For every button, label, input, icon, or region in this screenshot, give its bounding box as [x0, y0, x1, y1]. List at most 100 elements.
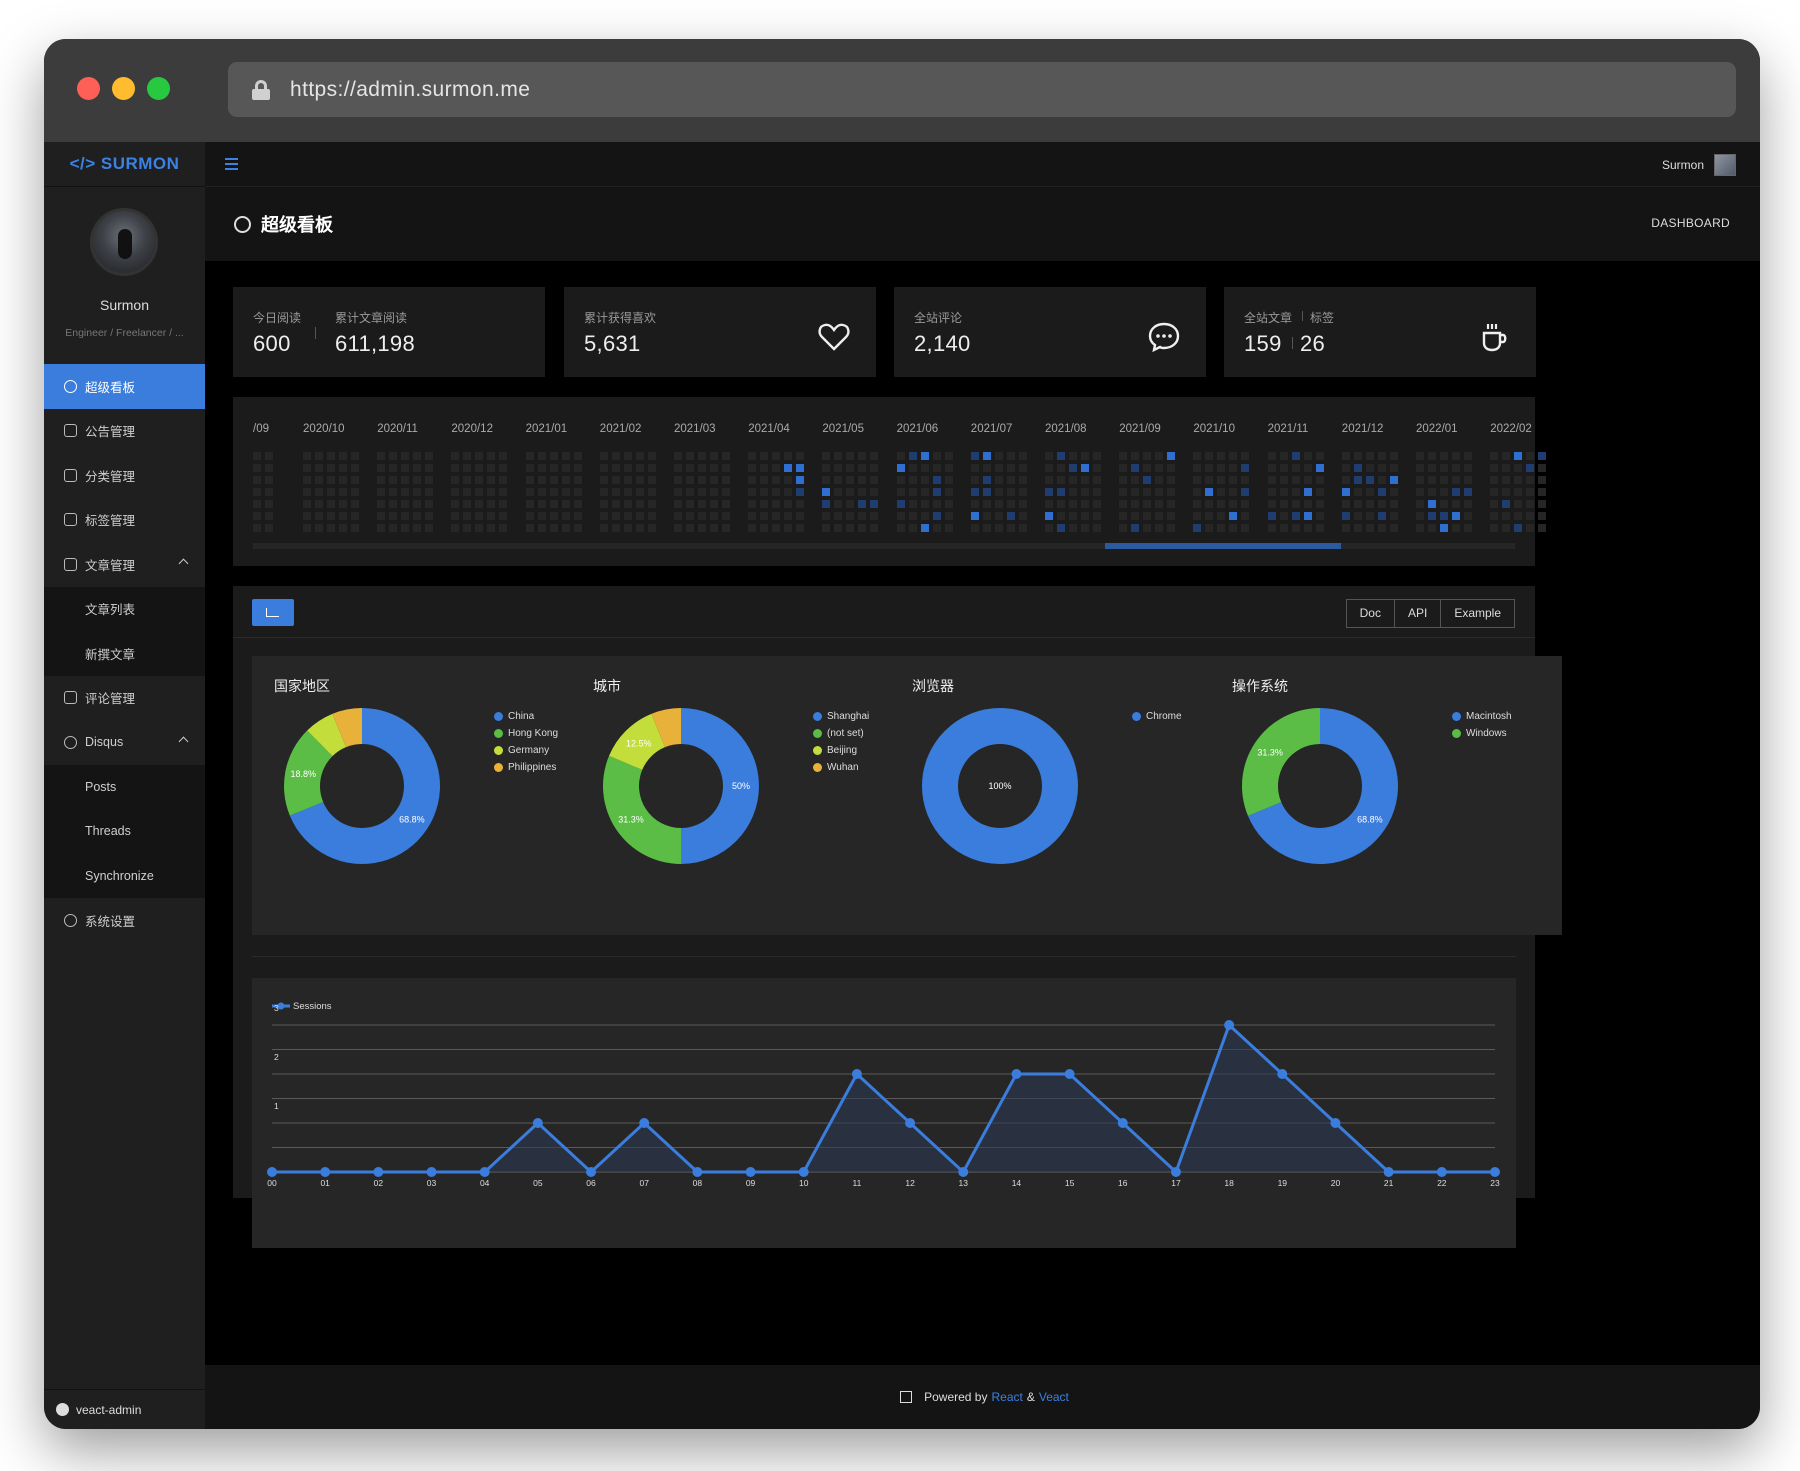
calendar-day-cell[interactable] [748, 488, 757, 496]
calendar-day-cell[interactable] [463, 524, 472, 532]
calendar-day-cell[interactable] [1353, 452, 1362, 460]
calendar-day-cell[interactable] [1416, 452, 1424, 460]
calendar-day-cell[interactable] [920, 476, 929, 484]
calendar-day-cell[interactable] [870, 512, 879, 520]
calendar-day-cell[interactable] [549, 500, 558, 508]
calendar-day-cell[interactable] [896, 464, 905, 472]
sidebar-item-posts[interactable]: Posts [44, 764, 205, 809]
calendar-day-cell[interactable] [822, 500, 831, 508]
calendar-day-cell[interactable] [1081, 464, 1089, 472]
calendar-day-cell[interactable] [1303, 500, 1312, 508]
calendar-day-cell[interactable] [1502, 512, 1511, 520]
calendar-day-cell[interactable] [686, 500, 694, 508]
calendar-day-cell[interactable] [635, 476, 644, 484]
calendar-day-cell[interactable] [451, 488, 460, 496]
calendar-day-cell[interactable] [686, 524, 694, 532]
calendar-day-cell[interactable] [1464, 476, 1472, 484]
calendar-day-cell[interactable] [772, 476, 781, 484]
calendar-day-cell[interactable] [796, 512, 805, 520]
calendar-day-cell[interactable] [1205, 488, 1214, 496]
calendar-day-cell[interactable] [834, 488, 843, 496]
calendar-day-cell[interactable] [1389, 512, 1398, 520]
calendar-day-cell[interactable] [487, 524, 496, 532]
calendar-day-cell[interactable] [1229, 464, 1238, 472]
calendar-day-cell[interactable] [1377, 524, 1386, 532]
data-point[interactable] [320, 1167, 331, 1177]
calendar-day-cell[interactable] [1538, 464, 1547, 472]
sidebar-item-new-article[interactable]: 新撰文章 [44, 631, 205, 676]
calendar-day-cell[interactable] [1217, 488, 1226, 496]
calendar-day-cell[interactable] [499, 512, 508, 520]
calendar-day-cell[interactable] [846, 524, 855, 532]
calendar-day-cell[interactable] [623, 512, 632, 520]
calendar-day-cell[interactable] [1428, 452, 1436, 460]
calendar-day-cell[interactable] [327, 476, 335, 484]
calendar-day-cell[interactable] [1365, 464, 1374, 472]
calendar-day-cell[interactable] [1279, 452, 1288, 460]
calendar-day-cell[interactable] [1464, 500, 1472, 508]
calendar-day-cell[interactable] [425, 524, 434, 532]
calendar-day-cell[interactable] [1119, 452, 1128, 460]
calendar-day-cell[interactable] [1526, 512, 1535, 520]
calendar-day-cell[interactable] [1069, 488, 1077, 496]
calendar-day-cell[interactable] [1538, 512, 1547, 520]
calendar-day-cell[interactable] [499, 488, 508, 496]
calendar-day-cell[interactable] [772, 500, 781, 508]
calendar-day-cell[interactable] [377, 464, 386, 472]
calendar-day-cell[interactable] [1193, 500, 1202, 508]
calendar-day-cell[interactable] [525, 524, 534, 532]
calendar-day-cell[interactable] [1069, 512, 1077, 520]
calendar-day-cell[interactable] [351, 512, 359, 520]
calendar-day-cell[interactable] [796, 488, 805, 496]
calendar-day-cell[interactable] [1018, 452, 1027, 460]
calendar-day-cell[interactable] [451, 452, 460, 460]
calendar-day-cell[interactable] [561, 512, 570, 520]
calendar-day-cell[interactable] [796, 464, 805, 472]
calendar-day-cell[interactable] [932, 512, 941, 520]
calendar-day-cell[interactable] [1452, 476, 1460, 484]
sidebar-item-articles[interactable]: 文章管理 [44, 542, 205, 587]
calendar-day-cell[interactable] [1143, 488, 1152, 496]
calendar-day-cell[interactable] [846, 452, 855, 460]
calendar-day-cell[interactable] [1081, 476, 1089, 484]
calendar-day-cell[interactable] [1315, 500, 1324, 508]
calendar-day-cell[interactable] [1514, 464, 1523, 472]
calendar-day-cell[interactable] [303, 524, 311, 532]
calendar-day-cell[interactable] [1303, 476, 1312, 484]
calendar-day-cell[interactable] [1353, 524, 1362, 532]
calendar-day-cell[interactable] [265, 452, 273, 460]
sidebar-item-categories[interactable]: 分类管理 [44, 453, 205, 498]
calendar-day-cell[interactable] [796, 524, 805, 532]
calendar-day-cell[interactable] [1416, 464, 1424, 472]
calendar-day-cell[interactable] [1045, 488, 1053, 496]
calendar-day-cell[interactable] [994, 476, 1003, 484]
data-point[interactable] [1011, 1069, 1022, 1079]
calendar-day-cell[interactable] [982, 488, 991, 496]
calendar-day-cell[interactable] [623, 500, 632, 508]
calendar-day-cell[interactable] [1167, 488, 1176, 496]
calendar-day-cell[interactable] [1119, 476, 1128, 484]
calendar-day-cell[interactable] [908, 500, 917, 508]
calendar-day-cell[interactable] [303, 500, 311, 508]
calendar-day-cell[interactable] [1440, 452, 1448, 460]
calendar-day-cell[interactable] [1057, 476, 1065, 484]
calendar-day-cell[interactable] [1057, 452, 1065, 460]
calendar-day-cell[interactable] [1045, 476, 1053, 484]
calendar-day-cell[interactable] [1045, 512, 1053, 520]
calendar-day-cell[interactable] [784, 512, 793, 520]
legend-item[interactable]: Hong Kong [494, 725, 558, 742]
calendar-day-cell[interactable] [599, 476, 608, 484]
calendar-day-cell[interactable] [1428, 524, 1436, 532]
calendar-day-cell[interactable] [377, 524, 386, 532]
calendar-day-cell[interactable] [722, 476, 730, 484]
calendar-day-cell[interactable] [970, 524, 979, 532]
calendar-day-cell[interactable] [772, 488, 781, 496]
calendar-day-cell[interactable] [401, 512, 410, 520]
data-point[interactable] [373, 1167, 384, 1177]
calendar-day-cell[interactable] [1119, 512, 1128, 520]
calendar-day-cell[interactable] [896, 524, 905, 532]
calendar-day-cell[interactable] [858, 500, 867, 508]
calendar-day-cell[interactable] [908, 512, 917, 520]
doc-button[interactable]: Doc [1347, 600, 1395, 627]
calendar-day-cell[interactable] [1341, 464, 1350, 472]
